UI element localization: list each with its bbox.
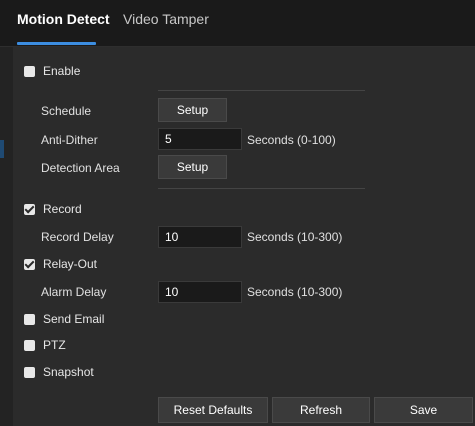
- record-delay-label: Record Delay: [41, 230, 114, 244]
- record-delay-input[interactable]: [158, 226, 242, 248]
- snapshot-checkbox[interactable]: [24, 366, 35, 378]
- ptz-row[interactable]: PTZ: [24, 337, 66, 353]
- relay-out-row[interactable]: Relay-Out: [24, 256, 97, 272]
- relay-out-checkbox[interactable]: [24, 258, 35, 270]
- detection-area-setup-button[interactable]: Setup: [158, 155, 227, 179]
- refresh-button[interactable]: Refresh: [272, 397, 370, 423]
- anti-dither-input[interactable]: [158, 128, 242, 150]
- enable-label: Enable: [43, 64, 81, 78]
- anti-dither-label: Anti-Dither: [41, 133, 98, 147]
- enable-row[interactable]: Enable: [24, 63, 80, 79]
- record-delay-range: Seconds (10-300): [247, 230, 343, 244]
- record-row[interactable]: Record: [24, 201, 82, 217]
- send-email-checkbox[interactable]: [24, 313, 35, 325]
- snapshot-row[interactable]: Snapshot: [24, 364, 94, 380]
- active-tab-indicator: [17, 42, 96, 45]
- tab-video-tamper[interactable]: Video Tamper: [123, 9, 209, 29]
- reset-defaults-button[interactable]: Reset Defaults: [158, 397, 268, 423]
- alarm-delay-range: Seconds (10-300): [247, 285, 343, 299]
- save-button[interactable]: Save: [374, 397, 473, 423]
- ptz-label: PTZ: [43, 338, 66, 352]
- alarm-delay-input[interactable]: [158, 281, 242, 303]
- divider-top: [158, 90, 365, 91]
- tab-bar: Motion Detect Video Tamper: [0, 0, 475, 47]
- snapshot-label: Snapshot: [43, 365, 94, 379]
- send-email-label: Send Email: [43, 312, 105, 326]
- detection-area-label: Detection Area: [41, 161, 120, 175]
- ptz-checkbox[interactable]: [24, 339, 35, 351]
- record-checkbox[interactable]: [24, 203, 35, 215]
- alarm-delay-label: Alarm Delay: [41, 285, 107, 299]
- send-email-row[interactable]: Send Email: [24, 311, 104, 327]
- tab-motion-detect[interactable]: Motion Detect: [17, 9, 110, 29]
- anti-dither-range: Seconds (0-100): [247, 133, 336, 147]
- side-edge-marker: [0, 140, 4, 158]
- schedule-label: Schedule: [41, 104, 92, 118]
- schedule-setup-button[interactable]: Setup: [158, 98, 227, 122]
- divider-middle: [158, 188, 365, 189]
- record-label: Record: [43, 202, 82, 216]
- relay-out-label: Relay-Out: [43, 257, 98, 271]
- enable-checkbox[interactable]: [24, 65, 35, 77]
